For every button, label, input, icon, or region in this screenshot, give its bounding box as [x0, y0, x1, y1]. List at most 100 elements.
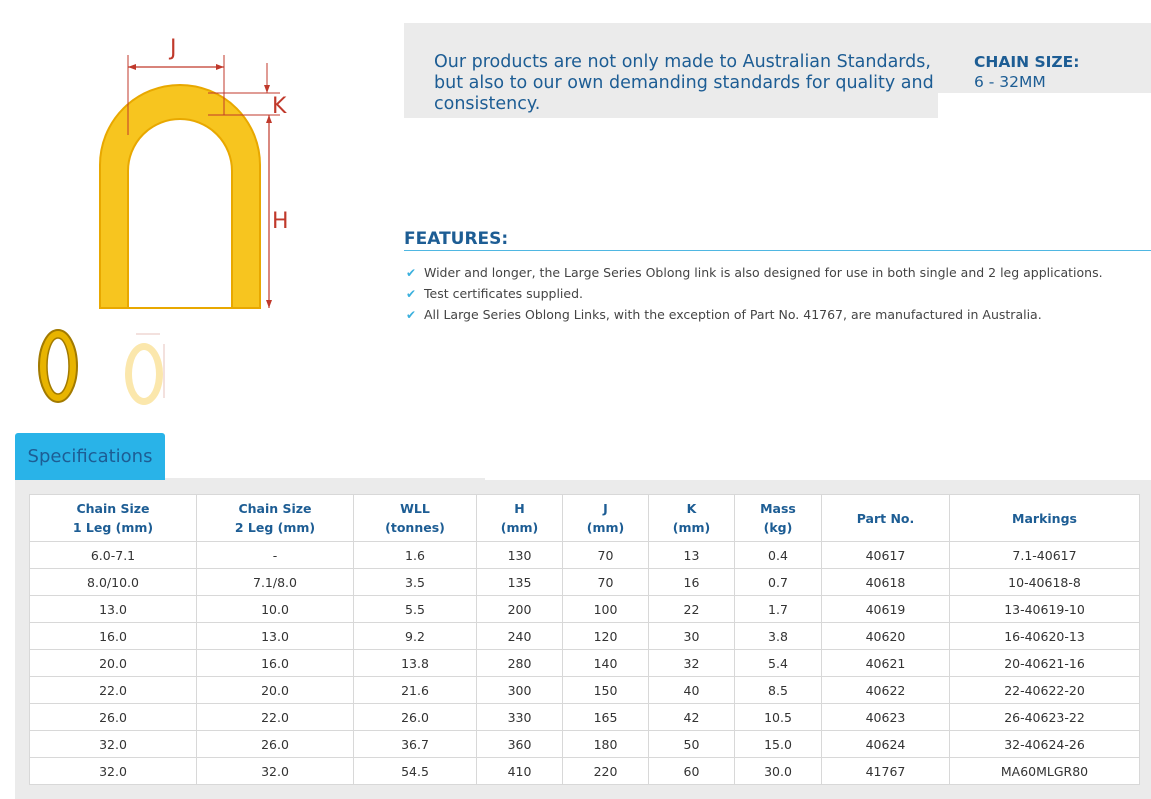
column-header: Markings — [949, 494, 1140, 542]
table-cell: 40624 — [821, 730, 950, 758]
table-cell: 26.0 — [196, 730, 354, 758]
table-cell: 10.0 — [196, 595, 354, 623]
table-cell: 3.5 — [353, 568, 477, 596]
table-cell: 410 — [476, 757, 563, 785]
table-cell: 20.0 — [196, 676, 354, 704]
table-cell: 10-40618-8 — [949, 568, 1140, 596]
features-divider — [404, 250, 1151, 251]
table-row: 32.0 32.0 54.5 410 220 60 30.0 41767 MA60MLGR80 — [29, 757, 1140, 785]
table-cell: 330 — [476, 703, 563, 731]
table-cell: 5.5 — [353, 595, 477, 623]
column-header-line: Part No. — [856, 510, 915, 526]
table-cell: 32.0 — [29, 757, 197, 785]
table-cell: 40618 — [821, 568, 950, 596]
table-cell: 16.0 — [196, 649, 354, 677]
table-cell: 120 — [562, 622, 649, 650]
column-header: K (mm) — [648, 494, 735, 542]
table-cell: 16 — [648, 568, 735, 596]
check-icon: ✔ — [406, 286, 417, 301]
table-cell: 13.0 — [196, 622, 354, 650]
table-row: 8.0/10.0 7.1/8.0 3.5 135 70 16 0.7 40618 10-4061… — [29, 568, 1140, 596]
table-row: 32.0 26.0 36.7 360 180 50 15.0 40624 32-40624-26 — [29, 730, 1140, 758]
column-header-line: (mm) — [586, 520, 625, 535]
table-cell: 0.7 — [734, 568, 822, 596]
column-header-line: Chain Size — [76, 501, 150, 516]
table-cell: 180 — [562, 730, 649, 758]
column-header-line: WLL — [400, 501, 430, 516]
table-cell: 26-40623-22 — [949, 703, 1140, 731]
table-cell: 42 — [648, 703, 735, 731]
column-header-line: (mm) — [672, 520, 711, 535]
feature-item: ✔ All Large Series Oblong Links, with th… — [406, 304, 1103, 325]
oblong-link-inner — [127, 118, 233, 309]
table-row: 22.0 20.0 21.6 300 150 40 8.5 40622 22-40622-20 — [29, 676, 1140, 704]
table-cell: 150 — [562, 676, 649, 704]
table-cell: 1.6 — [353, 541, 477, 569]
table-cell: 40617 — [821, 541, 950, 569]
table-cell: 3.8 — [734, 622, 822, 650]
table-cell: 165 — [562, 703, 649, 731]
column-header: J (mm) — [562, 494, 649, 542]
tab-specifications[interactable]: Specifications — [15, 433, 165, 480]
table-cell: 20.0 — [29, 649, 197, 677]
table-cell: 7.1-40617 — [949, 541, 1140, 569]
table-cell: 10.5 — [734, 703, 822, 731]
table-cell: 32.0 — [196, 757, 354, 785]
dimension-k-label: K — [272, 94, 287, 119]
table-cell: 140 — [562, 649, 649, 677]
thumbnail-photo[interactable] — [28, 326, 88, 412]
column-header-line: 2 Leg (mm) — [234, 520, 316, 535]
table-cell: 22.0 — [29, 676, 197, 704]
table-cell: 16.0 — [29, 622, 197, 650]
table-cell: - — [196, 541, 354, 569]
thumbnail-diagram[interactable] — [116, 326, 176, 412]
column-header-line: Markings — [1012, 510, 1077, 526]
feature-item: ✔ Test certificates supplied. — [406, 283, 1103, 304]
table-cell: 26.0 — [353, 703, 477, 731]
table-cell: 8.5 — [734, 676, 822, 704]
dimension-h-label: H — [272, 209, 289, 234]
table-cell: 240 — [476, 622, 563, 650]
check-icon: ✔ — [406, 307, 417, 322]
table-cell: 22 — [648, 595, 735, 623]
features-list: ✔ Wider and longer, the Large Series Obl… — [406, 262, 1103, 325]
column-header-line: H — [514, 501, 525, 516]
column-header-line: K — [686, 501, 697, 516]
column-header-line: (tonnes) — [385, 520, 445, 535]
features-heading: FEATURES: — [404, 229, 509, 249]
table-cell: 16-40620-13 — [949, 622, 1140, 650]
table-cell: 32.0 — [29, 730, 197, 758]
table-header-row: Chain Size 1 Leg (mm) Chain Size 2 Leg (mm)… — [29, 494, 1140, 542]
table-cell: 9.2 — [353, 622, 477, 650]
chain-size-value: 6 - 32MM — [974, 73, 1046, 91]
column-header: H (mm) — [476, 494, 563, 542]
table-cell: 30 — [648, 622, 735, 650]
table-cell: 22-40622-20 — [949, 676, 1140, 704]
table-cell: 220 — [562, 757, 649, 785]
chain-size-label: CHAIN SIZE: — [974, 53, 1080, 71]
dimension-j-label: J — [168, 36, 177, 61]
check-icon: ✔ — [406, 265, 417, 280]
column-header-line: Mass — [760, 501, 796, 516]
table-cell: 130 — [476, 541, 563, 569]
table-cell: 50 — [648, 730, 735, 758]
table-cell: 13.0 — [29, 595, 197, 623]
table-cell: 40621 — [821, 649, 950, 677]
table-row: 16.0 13.0 9.2 240 120 30 3.8 40620 16-40620-13 — [29, 622, 1140, 650]
table-cell: 6.0-7.1 — [29, 541, 197, 569]
column-header: Part No. — [821, 494, 950, 542]
table-cell: 15.0 — [734, 730, 822, 758]
table-row: 20.0 16.0 13.8 280 140 32 5.4 40621 20-40621-16 — [29, 649, 1140, 677]
table-cell: 280 — [476, 649, 563, 677]
table-cell: 32 — [648, 649, 735, 677]
table-cell: 32-40624-26 — [949, 730, 1140, 758]
column-header-line: (mm) — [500, 520, 539, 535]
column-header-line: J — [603, 501, 608, 516]
table-cell: 135 — [476, 568, 563, 596]
intro-text: Our products are not only made to Austra… — [434, 52, 934, 114]
table-cell: 26.0 — [29, 703, 197, 731]
table-cell: 13-40619-10 — [949, 595, 1140, 623]
table-cell: MA60MLGR80 — [949, 757, 1140, 785]
column-header: Chain Size 1 Leg (mm) — [29, 494, 197, 542]
table-cell: 1.7 — [734, 595, 822, 623]
